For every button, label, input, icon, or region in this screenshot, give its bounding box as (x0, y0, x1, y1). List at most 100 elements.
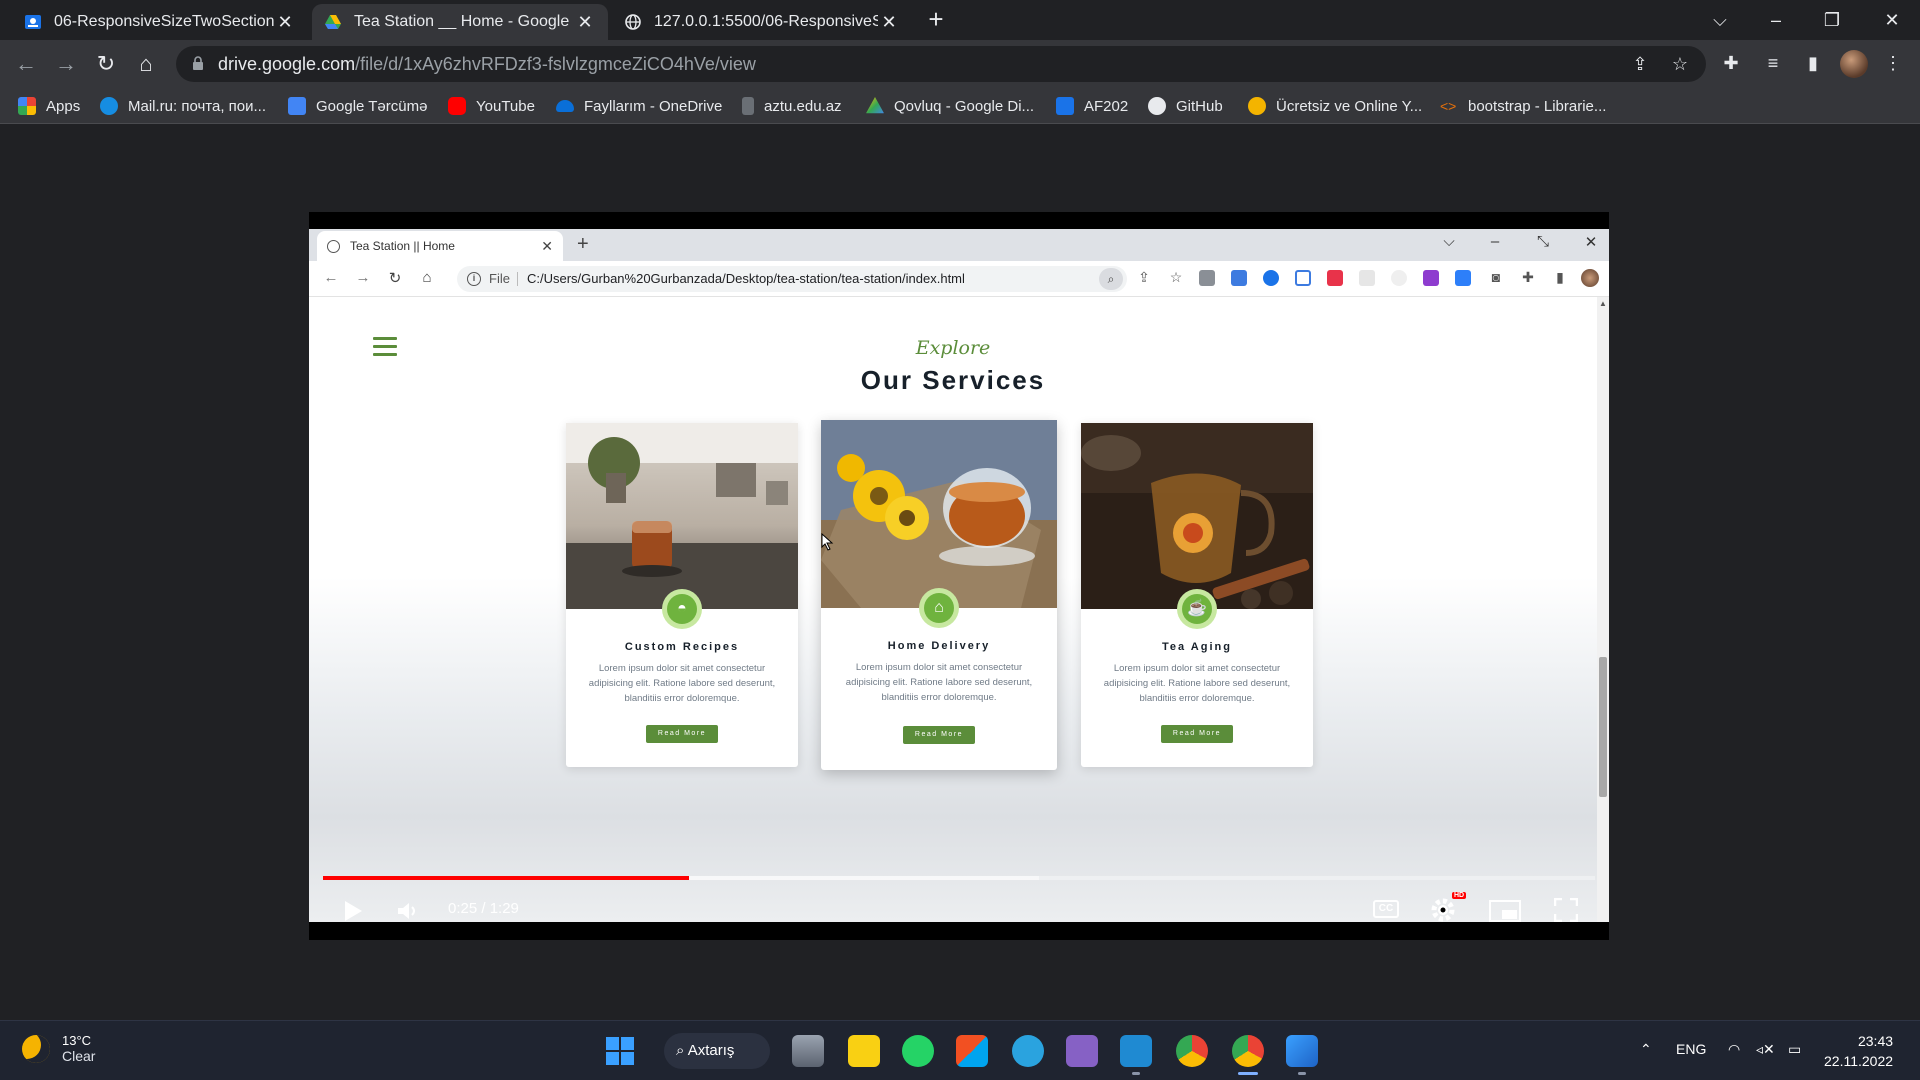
vscode-icon[interactable] (1120, 1035, 1152, 1075)
bookmark-bootstrap[interactable]: <> bootstrap - Librarie... (1440, 96, 1606, 116)
service-card-title: Home Delivery (887, 640, 991, 652)
bookmark-label: Ücretsiz ve Online Y... (1276, 97, 1423, 115)
close-icon: ✕ (1584, 234, 1598, 251)
tab-search-button[interactable]: ⌵ (1692, 0, 1748, 40)
task-view-icon[interactable] (792, 1035, 824, 1067)
bookmark-label: GitHub (1176, 97, 1223, 115)
hd-badge: HD (1452, 892, 1467, 899)
bookmark-youtube[interactable]: YouTube (448, 96, 535, 116)
menu-icon[interactable]: ⋮ (1880, 50, 1906, 76)
weather-temp: 13°C (62, 1033, 92, 1048)
reload-icon: ↻ (388, 270, 402, 287)
blooming-tea-image (1081, 423, 1313, 609)
windows-start-icon[interactable] (604, 1035, 636, 1067)
scrollbar-thumb (1599, 657, 1607, 797)
wifi-icon[interactable]: ◠ (1728, 1041, 1740, 1058)
bookmark-aztu[interactable]: aztu.edu.az (742, 96, 842, 116)
close-icon[interactable]: ✕ (878, 12, 900, 33)
service-card: ⌂ Home Delivery Lorem ipsum dolor sit am… (821, 420, 1057, 770)
globe-icon (625, 14, 641, 30)
miniplayer-icon[interactable] (1489, 900, 1521, 922)
plus-icon: + (577, 233, 589, 255)
bookmark-apps[interactable]: Apps (18, 96, 80, 116)
bookmark-label: AF202 (1084, 97, 1129, 115)
back-button[interactable]: ← (10, 48, 42, 80)
minimize-icon: – (1490, 233, 1500, 250)
bookmark-mailru[interactable]: Mail.ru: почта, пои... (100, 96, 266, 116)
read-more-button: Read More (1161, 725, 1233, 743)
captions-button[interactable]: CC (1373, 900, 1399, 918)
service-card-title: Custom Recipes (624, 641, 740, 653)
reload-button[interactable]: ↻ (90, 48, 122, 80)
mailru-icon (100, 97, 118, 115)
chrome-icon[interactable] (1176, 1035, 1208, 1067)
forward-button[interactable]: → (50, 48, 82, 80)
volume-icon[interactable] (397, 902, 419, 920)
bookmark-af202[interactable]: AF202 (1056, 96, 1128, 116)
bookmark-ucretsiz[interactable]: Ücretsiz ve Online Y... (1248, 96, 1422, 116)
bookmarks-bar: Apps Mail.ru: почта, пои... Google Tərcü… (0, 88, 1920, 124)
close-icon[interactable]: ✕ (274, 12, 296, 33)
gmail-extension-icon (1199, 270, 1215, 286)
browser-toolbar: ← → ↻ ⌂ drive.google.com/file/d/1xAy6zhv… (0, 40, 1920, 88)
home-button[interactable]: ⌂ (130, 48, 162, 80)
windows-taskbar: 13°C Clear ⌕ Axtarış ⌃ ENG ◠ ◃✕ ▭ 23:43 … (0, 1020, 1920, 1080)
minimize-button[interactable]: – (1748, 0, 1804, 40)
chrome-active-icon[interactable] (1232, 1035, 1264, 1075)
bookmark-onedrive[interactable]: Fayllarım - OneDrive (556, 96, 722, 116)
tab-title: 06-ResponsiveSizeTwoSection (54, 13, 274, 30)
bookmark-google-drive[interactable]: Qovluq - Google Di... (866, 96, 1034, 116)
restore-button[interactable]: ❐ (1804, 0, 1860, 40)
taskbar-search[interactable]: ⌕ Axtarış (664, 1033, 770, 1069)
close-icon[interactable]: ✕ (574, 12, 596, 33)
profile-avatar[interactable] (1840, 50, 1868, 78)
telegram-icon[interactable] (1012, 1035, 1044, 1067)
service-card-description: Lorem ipsum dolor sit amet consectetur a… (1103, 663, 1291, 704)
inner-tab-title: Tea Station || Home (350, 239, 455, 253)
extension-icon (1263, 270, 1279, 286)
bookmark-star-icon[interactable]: ☆ (1670, 54, 1690, 74)
extensions-icon[interactable]: ✚ (1718, 50, 1744, 76)
tea-bowl-icon: ◓ (662, 589, 702, 629)
system-clock[interactable]: 23:43 22.11.2022 (1824, 1031, 1893, 1071)
back-icon: ← (323, 269, 339, 286)
close-window-button[interactable]: ✕ (1864, 0, 1920, 40)
chevron-up-icon[interactable]: ⌃ (1640, 1041, 1652, 1058)
home-icon: ⌂ (919, 588, 959, 628)
photos-icon[interactable] (1286, 1035, 1318, 1075)
tea-glass-image (566, 423, 798, 609)
bookmark-google-translate[interactable]: Google Tərcümə (288, 96, 427, 116)
ucretsiz-icon (1248, 97, 1266, 115)
tab-title: 127.0.0.1:5500/06-ResponsiveSiz (654, 13, 878, 30)
whatsapp-icon[interactable] (902, 1035, 934, 1067)
tab-tea-station[interactable]: Tea Station __ Home - Google Ch ✕ (312, 4, 608, 40)
play-icon[interactable] (343, 900, 363, 922)
language-indicator[interactable]: ENG (1676, 1041, 1706, 1057)
side-panel-icon[interactable]: ▮ (1800, 50, 1826, 76)
weather-widget[interactable]: 13°C Clear (22, 1033, 95, 1064)
new-tab-button[interactable]: + (922, 6, 950, 34)
bookmark-github[interactable]: GitHub (1148, 96, 1223, 116)
fullscreen-icon[interactable] (1554, 898, 1578, 922)
forward-icon: → (355, 269, 371, 286)
share-icon[interactable]: ⇪ (1630, 54, 1650, 74)
chevron-down-icon: ⌵ (1443, 233, 1455, 250)
media-control-icon[interactable]: ≡ (1760, 50, 1786, 76)
service-card: ☕ Tea Aging Lorem ipsum dolor sit amet c… (1081, 423, 1313, 767)
volume-muted-icon[interactable]: ◃✕ (1756, 1041, 1775, 1058)
microsoft-store-icon[interactable] (956, 1035, 988, 1067)
sticky-notes-icon[interactable] (848, 1035, 880, 1067)
bookmark-label: Fayllarım - OneDrive (584, 97, 723, 115)
settings-gear-icon[interactable] (1431, 898, 1455, 922)
video-player[interactable]: Tea Station || Home ✕ + ⌵ – ⤡ ✕ ← → ↻ ⌂ … (309, 212, 1609, 940)
search-label: Axtarış (687, 1042, 735, 1059)
visual-studio-icon[interactable] (1066, 1035, 1098, 1067)
google-drive-icon (866, 97, 884, 114)
tab-responsive-size[interactable]: 06-ResponsiveSizeTwoSection ✕ (12, 4, 308, 40)
address-bar[interactable]: drive.google.com/file/d/1xAy6zhvRFDzf3-f… (176, 46, 1706, 82)
battery-icon[interactable]: ▭ (1788, 1041, 1801, 1058)
inner-tab-bar: Tea Station || Home ✕ + ⌵ – ⤡ ✕ (309, 229, 1609, 261)
bookmark-label: aztu.edu.az (764, 97, 842, 115)
tab-localhost[interactable]: 127.0.0.1:5500/06-ResponsiveSiz ✕ (612, 4, 912, 40)
section-kicker: Explore (915, 337, 991, 359)
